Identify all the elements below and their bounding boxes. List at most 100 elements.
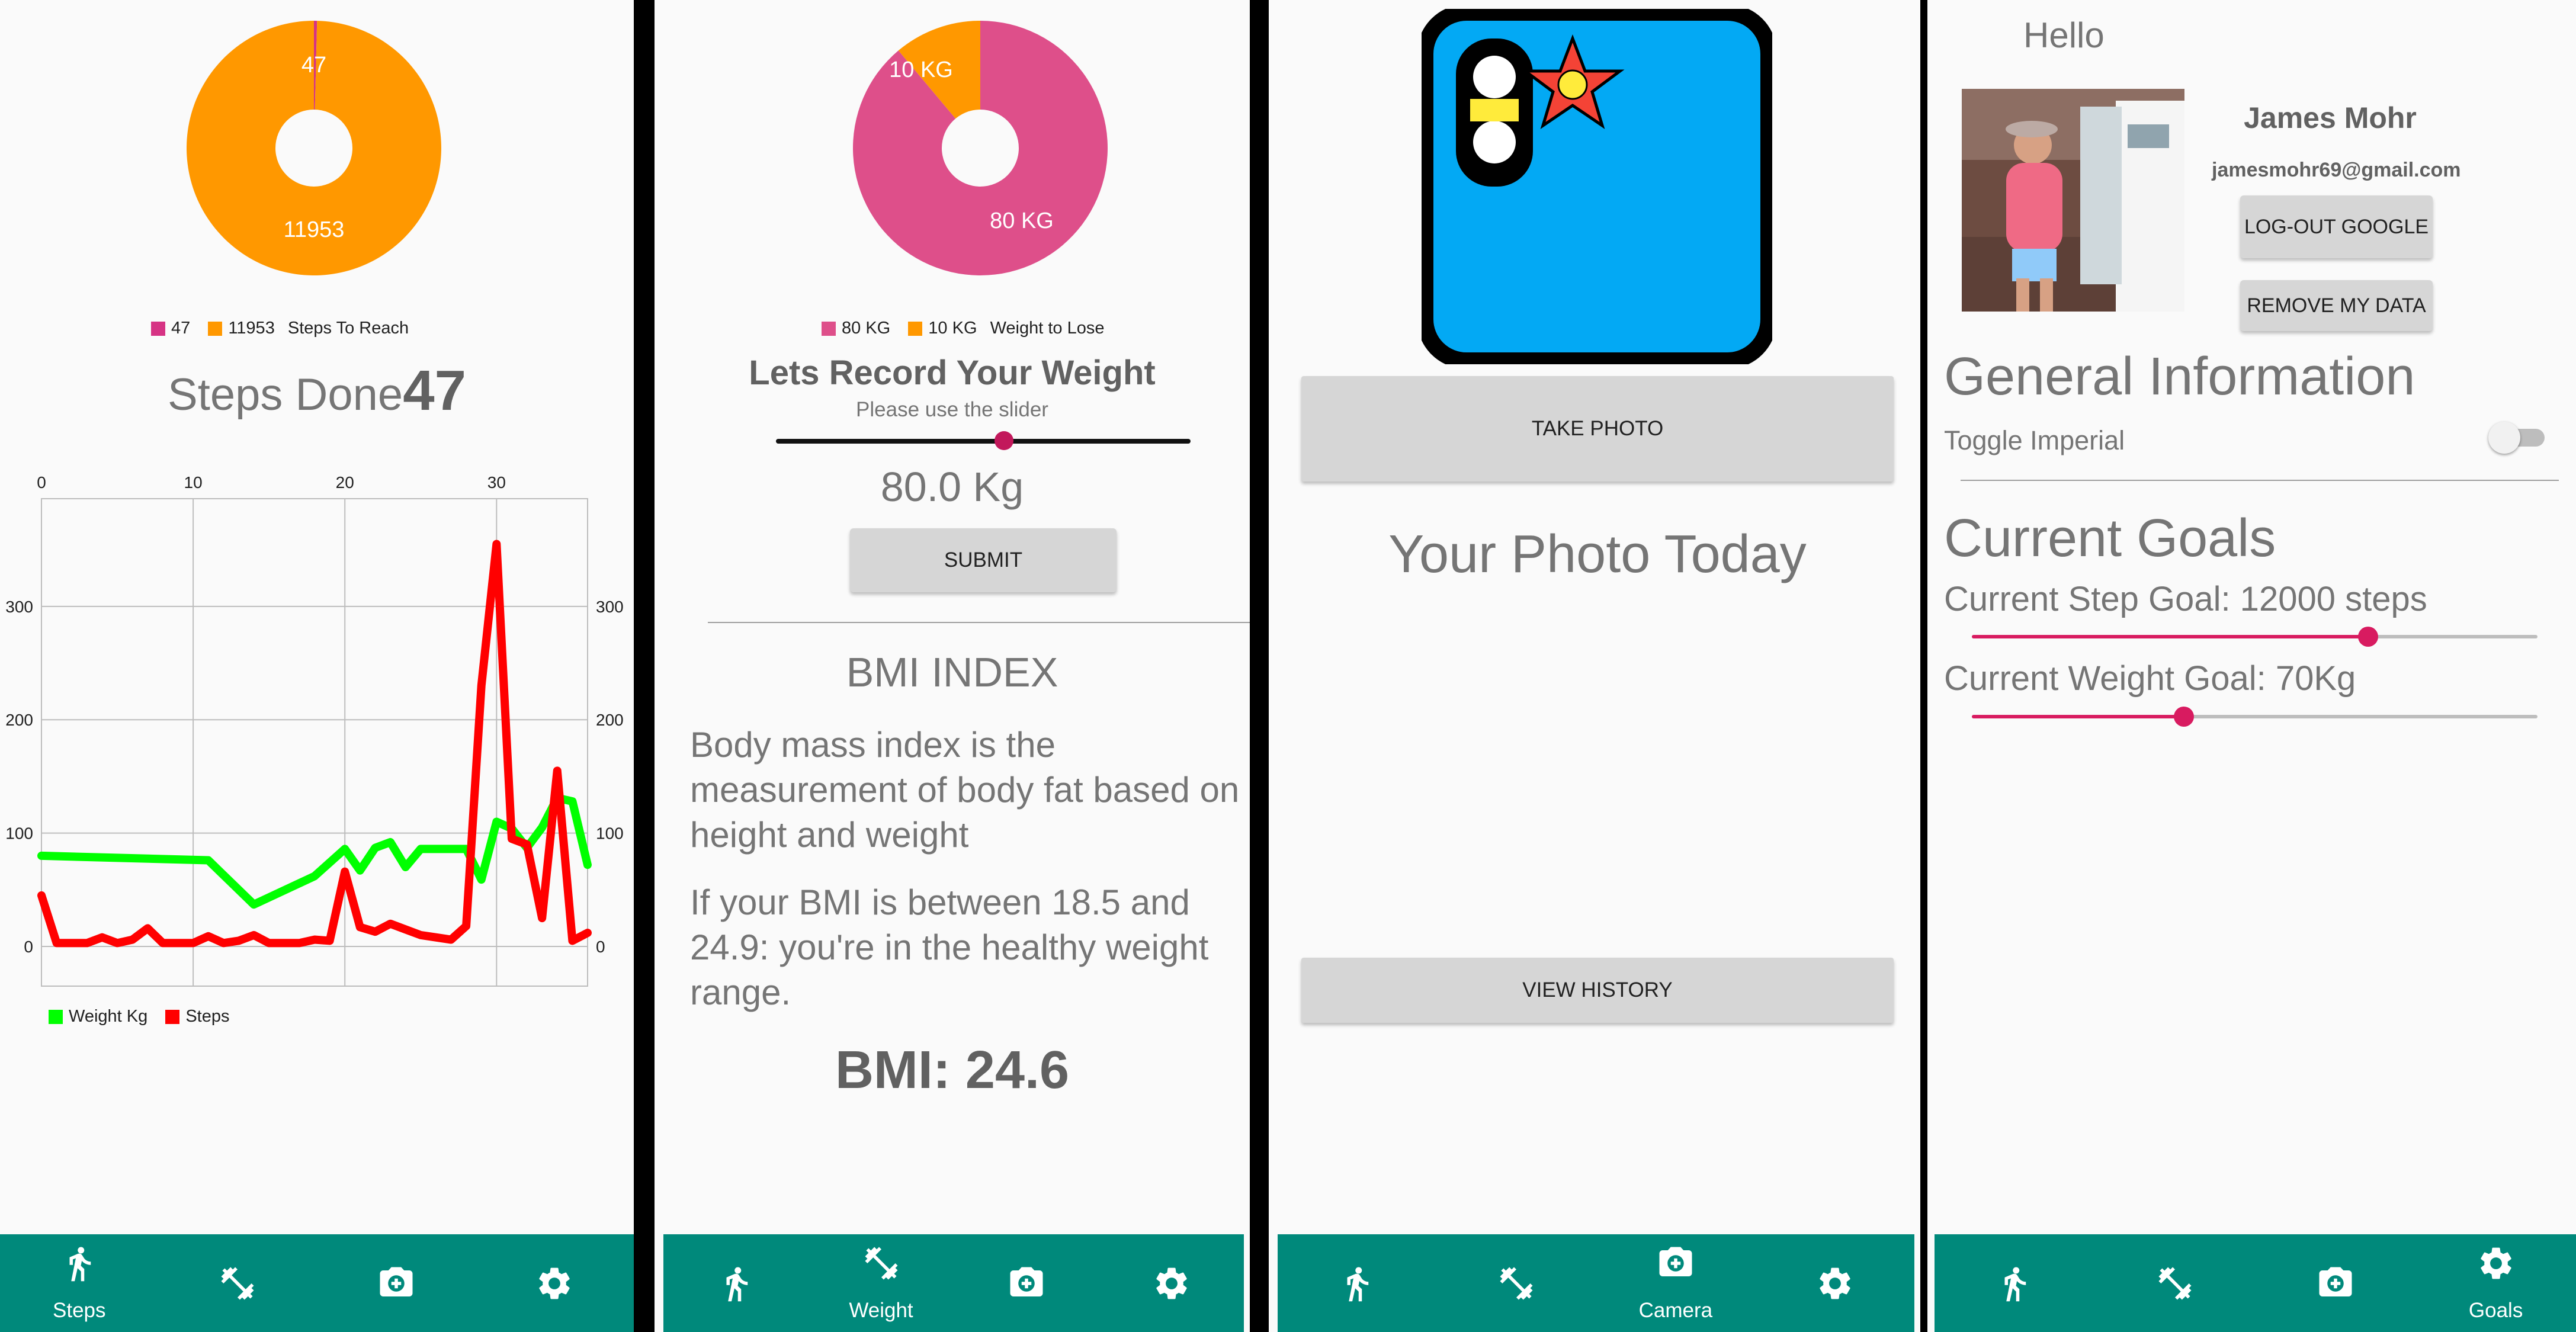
- nav-steps[interactable]: [1935, 1234, 2095, 1332]
- weight-goal-label: Current Weight Goal: 70Kg: [1944, 659, 2356, 698]
- series-line-weight-kg: [37, 794, 592, 909]
- bottom-navigation: Camera: [1278, 1234, 1914, 1332]
- user-email: jamesmohr69@gmail.com: [2212, 159, 2461, 181]
- nav-camera-label: Camera: [1638, 1299, 1713, 1322]
- x-tick-label: 30: [487, 473, 506, 492]
- legend-swatch-weight: [49, 1010, 63, 1025]
- walk-icon: [2004, 1267, 2026, 1302]
- gear-icon: [1819, 1267, 1850, 1299]
- walk-icon: [1347, 1267, 1369, 1302]
- bmi-result: BMI: 24.6: [835, 1041, 1070, 1100]
- nav-goals[interactable]: [1099, 1234, 1244, 1332]
- y-tick-label-left: 100: [5, 824, 33, 843]
- walk-icon: [726, 1267, 748, 1302]
- y-tick-label-right: 0: [596, 938, 605, 956]
- legend-current: 80 KG: [842, 319, 891, 338]
- logout-google-button[interactable]: LOG-OUT GOOGLE: [2240, 195, 2433, 258]
- profile-photo: [1962, 89, 2184, 312]
- legend-swatch-steps: [165, 1010, 180, 1025]
- nav-goals-label: Goals: [2468, 1299, 2523, 1322]
- submit-button[interactable]: SUBMIT: [850, 528, 1117, 592]
- bottom-navigation: Steps: [0, 1234, 634, 1332]
- dumbbell-icon: [1500, 1267, 1533, 1300]
- weight-slider-thumb[interactable]: [995, 431, 1013, 450]
- toggle-imperial-switch[interactable]: [2488, 422, 2548, 454]
- nav-steps-label: Steps: [53, 1299, 106, 1322]
- current-goals-title: Current Goals: [1944, 509, 2276, 568]
- legend-tolose: 10 KG: [928, 319, 977, 338]
- nav-camera[interactable]: [317, 1234, 476, 1332]
- weight-display: 80.0 Kg: [880, 464, 1024, 510]
- legend-title: Steps To Reach: [287, 319, 409, 338]
- x-tick-label: 0: [37, 473, 46, 492]
- greeting: Hello: [2023, 15, 2105, 55]
- dumbbell-icon: [865, 1247, 897, 1280]
- add-camera-icon: [1659, 1247, 1692, 1276]
- view-history-button[interactable]: VIEW HISTORY: [1301, 958, 1894, 1023]
- photo-today-label: Your Photo Today: [1388, 525, 1807, 584]
- weight-slider-track: [776, 439, 1191, 444]
- nav-goals[interactable]: [1755, 1234, 1914, 1332]
- nav-steps[interactable]: [663, 1234, 809, 1332]
- nav-weight[interactable]: Weight: [809, 1234, 954, 1332]
- walk-icon: [69, 1247, 91, 1282]
- app-logo-image: [1422, 9, 1772, 364]
- add-camera-icon: [380, 1267, 413, 1296]
- nav-weight[interactable]: [2095, 1234, 2256, 1332]
- weight-title: Lets Record Your Weight: [749, 354, 1156, 392]
- legend-swatch-remaining: [208, 322, 223, 336]
- legend-remaining: 11953: [228, 319, 275, 338]
- weight-pie-chart: 10 KG 80 KG: [853, 21, 1108, 275]
- line-chart-legend: Weight Kg Steps: [49, 1007, 230, 1026]
- camera-screen: TAKE PHOTO Your Photo Today VIEW HISTORY…: [1269, 0, 1920, 1332]
- nav-weight[interactable]: [1437, 1234, 1596, 1332]
- weight-goal-slider[interactable]: [1972, 705, 2537, 728]
- user-name: James Mohr: [2244, 101, 2417, 134]
- toggle-imperial-label: Toggle Imperial: [1944, 425, 2125, 455]
- nav-camera[interactable]: Camera: [1596, 1234, 1756, 1332]
- weight-subtitle: Please use the slider: [856, 398, 1048, 421]
- goals-screen: Hello James Mohr jamesmohr69@gmail.com L…: [1927, 0, 2576, 1332]
- legend-swatch-tolose: [908, 322, 923, 336]
- nav-camera[interactable]: [954, 1234, 1099, 1332]
- legend-title: Weight to Lose: [990, 319, 1105, 338]
- step-goal-label: Current Step Goal: 12000 steps: [1944, 580, 2427, 618]
- legend-done: 47: [171, 319, 191, 338]
- nav-weight[interactable]: [159, 1234, 317, 1332]
- step-goal-slider[interactable]: [1972, 625, 2537, 649]
- slider-thumb[interactable]: [2174, 707, 2195, 727]
- y-tick-label-left: 0: [24, 938, 33, 956]
- divider: [708, 622, 1250, 623]
- bottom-navigation: Goals: [1935, 1234, 2576, 1332]
- steps-pie-legend: 47 11953 Steps To Reach: [151, 319, 409, 338]
- legend-swatch-done: [151, 322, 165, 336]
- nav-steps[interactable]: [1278, 1234, 1437, 1332]
- slider-thumb[interactable]: [2357, 627, 2378, 647]
- pie-label-tolose: 10 KG: [889, 57, 953, 82]
- remove-my-data-button[interactable]: REMOVE MY DATA: [2240, 280, 2433, 331]
- take-photo-button[interactable]: TAKE PHOTO: [1301, 376, 1894, 482]
- dumbbell-icon: [2158, 1267, 2192, 1300]
- general-info-title: General Information: [1944, 347, 2415, 406]
- bmi-description: Body mass index is the measurement of bo…: [690, 725, 1240, 855]
- y-tick-label-right: 200: [596, 711, 624, 729]
- weight-screen: 10 KG 80 KG 80 KG 10 KG Weight to Lose L…: [655, 0, 1250, 1332]
- slider-fill: [1972, 635, 2368, 638]
- nav-goals[interactable]: [476, 1234, 634, 1332]
- x-gridlines: [41, 499, 498, 986]
- y-tick-label-left: 200: [5, 711, 33, 729]
- steps-weight-line-chart: 0 10 20 300 0100 100200 200300 300: [5, 473, 624, 987]
- nav-steps[interactable]: Steps: [0, 1234, 159, 1332]
- nav-goals[interactable]: Goals: [2415, 1234, 2576, 1332]
- bmi-healthy-range: If your BMI is between 18.5 and 24.9: yo…: [690, 882, 1209, 1012]
- series-line-steps: [37, 540, 592, 948]
- nav-weight-label: Weight: [849, 1299, 913, 1322]
- steps-done-heading: Steps Done47: [0, 358, 634, 423]
- weight-pie-legend: 80 KG 10 KG Weight to Lose: [822, 319, 1104, 338]
- nav-camera[interactable]: [2256, 1234, 2416, 1332]
- pie-label-current: 80 KG: [990, 208, 1054, 233]
- gear-icon: [539, 1267, 570, 1299]
- weight-slider[interactable]: [776, 431, 1191, 450]
- switch-thumb: [2488, 422, 2520, 454]
- steps-done-value: 47: [403, 359, 466, 422]
